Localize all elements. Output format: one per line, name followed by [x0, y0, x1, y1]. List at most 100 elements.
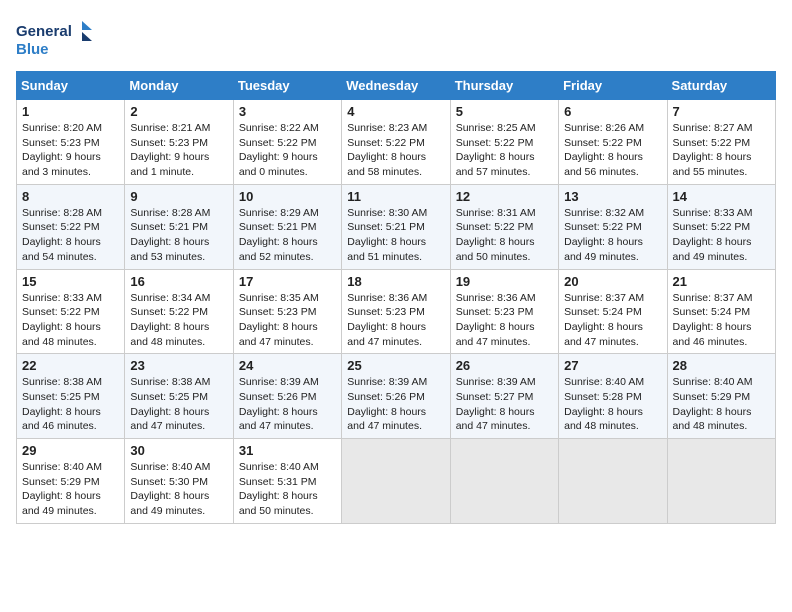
day-number: 30	[130, 443, 227, 458]
calendar-cell	[559, 439, 667, 524]
calendar-cell: 6Sunrise: 8:26 AMSunset: 5:22 PMDaylight…	[559, 100, 667, 185]
day-number: 18	[347, 274, 444, 289]
day-info-line: Sunset: 5:24 PM	[673, 305, 770, 320]
day-info-line: Sunrise: 8:34 AM	[130, 291, 227, 306]
weekday-header: Monday	[125, 72, 233, 100]
calendar-cell: 13 Sunrise: 8:32 AMSunset: 5:22 PMDayligh…	[559, 184, 667, 269]
day-number: 23	[130, 358, 227, 373]
day-info-line: Daylight: 8 hours	[347, 150, 444, 165]
day-info: Sunrise: 8:37 AMSunset: 5:24 PMDaylight:…	[564, 291, 661, 350]
day-info-line: and 47 minutes.	[456, 335, 553, 350]
day-number: 31	[239, 443, 336, 458]
day-info-line: Daylight: 8 hours	[130, 489, 227, 504]
day-info-line: Sunrise: 8:28 AM	[22, 206, 119, 221]
day-number: 14	[673, 189, 770, 204]
calendar-cell	[342, 439, 450, 524]
day-info: Sunrise: 8:40 AMSunset: 5:29 PMDaylight:…	[22, 460, 119, 519]
day-info-line: and 49 minutes.	[22, 504, 119, 519]
calendar-cell: 3 Sunrise: 8:22 AMSunset: 5:22 PMDaylight…	[233, 100, 341, 185]
day-info-line: and 47 minutes.	[130, 419, 227, 434]
day-number: 2	[130, 104, 227, 119]
day-info: Sunrise: 8:39 AMSunset: 5:27 PMDaylight:…	[456, 375, 553, 434]
day-info: Sunrise: 8:36 AMSunset: 5:23 PMDaylight:…	[456, 291, 553, 350]
day-info-line: and 58 minutes.	[347, 165, 444, 180]
day-info: Sunrise: 8:28 AMSunset: 5:22 PMDaylight:…	[22, 206, 119, 265]
day-info: Sunrise: 8:22 AMSunset: 5:22 PMDaylight:…	[239, 121, 336, 180]
day-info-line: Daylight: 9 hours	[22, 150, 119, 165]
calendar-week-row: 1Sunrise: 8:20 AMSunset: 5:23 PMDaylight…	[17, 100, 776, 185]
day-number: 8	[22, 189, 119, 204]
day-number: 13	[564, 189, 661, 204]
day-info-line: Sunrise: 8:22 AM	[239, 121, 336, 136]
day-info-line: Sunrise: 8:40 AM	[22, 460, 119, 475]
day-info-line: Sunrise: 8:33 AM	[22, 291, 119, 306]
day-info-line: Daylight: 8 hours	[130, 235, 227, 250]
day-info-line: and 47 minutes.	[347, 335, 444, 350]
day-info-line: Sunset: 5:25 PM	[22, 390, 119, 405]
calendar-cell: 5Sunrise: 8:25 AMSunset: 5:22 PMDaylight…	[450, 100, 558, 185]
day-info-line: Sunset: 5:27 PM	[456, 390, 553, 405]
day-number: 17	[239, 274, 336, 289]
day-info-line: Daylight: 8 hours	[347, 405, 444, 420]
day-info-line: and 56 minutes.	[564, 165, 661, 180]
day-number: 25	[347, 358, 444, 373]
day-info-line: and 51 minutes.	[347, 250, 444, 265]
calendar-cell	[450, 439, 558, 524]
day-number: 4	[347, 104, 444, 119]
day-number: 21	[673, 274, 770, 289]
day-info-line: and 52 minutes.	[239, 250, 336, 265]
day-number: 7	[673, 104, 770, 119]
day-info-line: Sunset: 5:26 PM	[347, 390, 444, 405]
day-info-line: Sunrise: 8:20 AM	[22, 121, 119, 136]
day-number: 3	[239, 104, 336, 119]
day-info-line: and 50 minutes.	[456, 250, 553, 265]
day-info-line: Sunrise: 8:36 AM	[347, 291, 444, 306]
page-header: GeneralBlue	[16, 16, 776, 61]
day-info-line: Sunset: 5:31 PM	[239, 475, 336, 490]
day-info: Sunrise: 8:29 AMSunset: 5:21 PMDaylight:…	[239, 206, 336, 265]
day-info-line: Sunrise: 8:25 AM	[456, 121, 553, 136]
weekday-header: Friday	[559, 72, 667, 100]
calendar-cell: 27Sunrise: 8:40 AMSunset: 5:28 PMDayligh…	[559, 354, 667, 439]
day-info: Sunrise: 8:40 AMSunset: 5:30 PMDaylight:…	[130, 460, 227, 519]
day-number: 15	[22, 274, 119, 289]
day-info: Sunrise: 8:38 AMSunset: 5:25 PMDaylight:…	[22, 375, 119, 434]
day-info-line: Sunrise: 8:27 AM	[673, 121, 770, 136]
day-info-line: Daylight: 8 hours	[22, 405, 119, 420]
day-info-line: Daylight: 8 hours	[22, 320, 119, 335]
calendar-cell: 22 Sunrise: 8:38 AMSunset: 5:25 PMDayligh…	[17, 354, 125, 439]
day-info-line: Daylight: 8 hours	[456, 405, 553, 420]
day-info-line: Daylight: 8 hours	[239, 489, 336, 504]
day-info: Sunrise: 8:39 AMSunset: 5:26 PMDaylight:…	[347, 375, 444, 434]
day-info: Sunrise: 8:33 AMSunset: 5:22 PMDaylight:…	[22, 291, 119, 350]
day-number: 6	[564, 104, 661, 119]
calendar-cell: 12Sunrise: 8:31 AMSunset: 5:22 PMDayligh…	[450, 184, 558, 269]
day-info: Sunrise: 8:35 AMSunset: 5:23 PMDaylight:…	[239, 291, 336, 350]
day-info-line: and 48 minutes.	[130, 335, 227, 350]
calendar-cell: 31Sunrise: 8:40 AMSunset: 5:31 PMDayligh…	[233, 439, 341, 524]
day-info-line: Daylight: 8 hours	[673, 235, 770, 250]
calendar-week-row: 29 Sunrise: 8:40 AMSunset: 5:29 PMDayligh…	[17, 439, 776, 524]
day-info-line: Sunrise: 8:26 AM	[564, 121, 661, 136]
day-number: 29	[22, 443, 119, 458]
day-number: 5	[456, 104, 553, 119]
calendar-cell: 19Sunrise: 8:36 AMSunset: 5:23 PMDayligh…	[450, 269, 558, 354]
calendar-cell: 7Sunrise: 8:27 AMSunset: 5:22 PMDaylight…	[667, 100, 775, 185]
day-number: 22	[22, 358, 119, 373]
day-info-line: and 47 minutes.	[347, 419, 444, 434]
day-info-line: Sunset: 5:22 PM	[673, 136, 770, 151]
calendar-cell: 23Sunrise: 8:38 AMSunset: 5:25 PMDayligh…	[125, 354, 233, 439]
day-info-line: Sunset: 5:28 PM	[564, 390, 661, 405]
calendar-cell: 24Sunrise: 8:39 AMSunset: 5:26 PMDayligh…	[233, 354, 341, 439]
day-info-line: and 57 minutes.	[456, 165, 553, 180]
weekday-header: Sunday	[17, 72, 125, 100]
day-info-line: Sunset: 5:22 PM	[239, 136, 336, 151]
calendar-cell: 15 Sunrise: 8:33 AMSunset: 5:22 PMDayligh…	[17, 269, 125, 354]
day-info: Sunrise: 8:32 AMSunset: 5:22 PMDaylight:…	[564, 206, 661, 265]
day-info-line: Sunset: 5:21 PM	[239, 220, 336, 235]
calendar-cell: 26Sunrise: 8:39 AMSunset: 5:27 PMDayligh…	[450, 354, 558, 439]
day-info-line: and 53 minutes.	[130, 250, 227, 265]
day-info: Sunrise: 8:30 AMSunset: 5:21 PMDaylight:…	[347, 206, 444, 265]
day-info-line: and 49 minutes.	[564, 250, 661, 265]
day-info-line: Sunrise: 8:28 AM	[130, 206, 227, 221]
